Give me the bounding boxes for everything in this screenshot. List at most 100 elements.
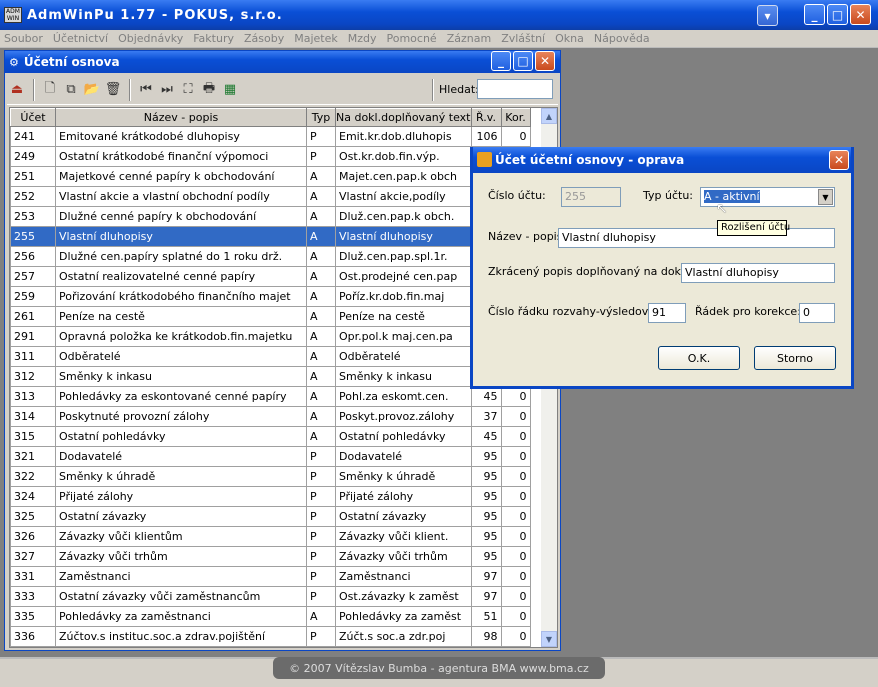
table-row[interactable]: 252 Vlastní akcie a vlastní obchodní podí… [10,186,531,207]
table-row[interactable]: 322 Směnky k úhradě P Směnky k úhradě 95 0 [10,466,531,487]
child-title-bar[interactable]: ⚙ Účetní osnova [5,51,560,73]
table-cell: 322 [10,466,56,487]
correction-row-field[interactable]: 0 [799,303,835,323]
table-cell: P [306,526,336,547]
menu-item[interactable]: Zásoby [244,32,284,45]
table-cell: 256 [10,246,56,267]
table-cell: Ostatní realizovatelné cenné papíry [55,266,307,287]
table-cell: 97 [470,566,502,587]
table-cell: P [306,546,336,567]
table-row[interactable]: 256 Dlužné cen.papíry splatné do 1 roku d… [10,246,531,267]
table-cell: 252 [10,186,56,207]
menu-item[interactable]: Pomocné [387,32,437,45]
table-row[interactable]: 251 Majetkové cenné papíry k obchodování A… [10,166,531,187]
column-header[interactable]: Účet [10,108,56,127]
main-title-bar[interactable]: ADM WIN AdmWinPu 1.77 - POKUS, s.r.o. [0,0,878,30]
menu-item[interactable]: Objednávky [118,32,183,45]
column-header[interactable]: Na dokl.doplňovaný text [335,108,472,127]
ok-button[interactable]: O.K. [658,346,740,370]
table-row[interactable]: 324 Přijaté zálohy P Přijaté zálohy 95 0 [10,486,531,507]
table-row[interactable]: 255 Vlastní dluhopisy A Vlastní dluhopisy [10,226,531,247]
table-row[interactable]: 325 Ostatní závazky P Ostatní závazky 95 0 [10,506,531,527]
copy-icon[interactable]: ⧉ [61,80,81,100]
menu-item[interactable]: Majetek [294,32,338,45]
accounts-table: Účet Název - popis Typ Na dokl.doplňovaný t… [10,108,531,647]
balance-row-field[interactable]: 91 [648,303,686,323]
search-input[interactable] [477,79,553,99]
table-row[interactable]: 291 Opravná položka ke krátkodob.fin.maje… [10,326,531,347]
column-header[interactable]: Typ [306,108,336,127]
table-cell: P [306,506,336,527]
table-row[interactable]: 313 Pohledávky za eskontované cenné papír… [10,386,531,407]
scroll-up-icon[interactable]: ▲ [541,108,557,124]
menu-item[interactable]: Nápověda [594,32,650,45]
dialog-close-button[interactable]: ✕ [829,150,849,170]
menu-item[interactable]: Soubor [4,32,43,45]
menu-item[interactable]: Záznam [447,32,491,45]
column-header[interactable]: Ř.v. [470,108,502,127]
table-cell: 45 [470,426,502,447]
table-cell: Pohl.za eskomt.cen. [335,386,472,407]
maximize-button[interactable]: □ [827,4,848,25]
table-row[interactable]: 311 Odběratelé A Odběratelé [10,346,531,367]
table-cell: 331 [10,566,56,587]
table-row[interactable]: 327 Závazky vůči trhům P Závazky vůči trhům… [10,546,531,567]
child-close-button[interactable]: ✕ [535,51,555,71]
table-cell: A [306,426,336,447]
table-row[interactable]: 257 Ostatní realizovatelné cenné papíry A O… [10,266,531,287]
table-row[interactable]: 259 Pořizování krátkodobého finančního ma… [10,286,531,307]
table-cell: P [306,626,336,647]
table-row[interactable]: 241 Emitované krátkodobé dluhopisy P Emit.k… [10,126,531,147]
new-icon[interactable]: 🗋 [40,80,60,100]
menu-item[interactable]: Faktury [193,32,234,45]
correction-row-label: Řádek pro korekce: [695,305,801,318]
child-minimize-button[interactable]: _ [491,51,511,71]
exit-icon[interactable]: ⏏ [7,80,27,100]
table-row[interactable]: 321 Dodavatelé P Dodavatelé 95 0 [10,446,531,467]
column-header[interactable]: Kor. [500,108,531,127]
print-icon[interactable]: 🖶 [199,80,219,100]
table-cell: Dodavatelé [335,446,472,467]
table-row[interactable]: 249 Ostatní krátkodobé finanční výpomoci P… [10,146,531,167]
table-row[interactable]: 312 Směnky k inkasu A Směnky k inkasu [10,366,531,387]
close-button[interactable]: ✕ [850,4,871,25]
table-cell: Ostatní závazky vůči zaměstnancům [55,586,307,607]
menu-item[interactable]: Zvláštní [501,32,545,45]
window-menu-icon[interactable]: ▾ [757,5,778,26]
dropdown-arrow-icon[interactable]: ▼ [818,189,833,205]
table-row[interactable]: 326 Závazky vůči klientům P Závazky vůči kl… [10,526,531,547]
name-field[interactable]: Vlastní dluhopisy [558,228,835,248]
table-row[interactable]: 336 Zúčtov.s instituc.soc.a zdrav.pojiště… [10,626,531,647]
cancel-button[interactable]: Storno [754,346,836,370]
table-cell: Ostatní pohledávky [55,426,307,447]
table-row[interactable]: 253 Dlužné cenné papíry k obchodování A Dlu… [10,206,531,227]
table-row[interactable]: 261 Peníze na cestě A Peníze na cestě [10,306,531,327]
delete-icon[interactable]: 🗑 [103,80,123,100]
table-body: 241 Emitované krátkodobé dluhopisy P Emit.k… [10,126,531,647]
menu-item[interactable]: Mzdy [348,32,377,45]
table-row[interactable]: 315 Ostatní pohledávky A Ostatní pohledávky… [10,426,531,447]
table-row[interactable]: 314 Poskytnuté provozní zálohy A Poskyt.pro… [10,406,531,427]
last-record-icon[interactable]: ⏭ [157,80,177,100]
table-cell: 251 [10,166,56,187]
dialog-title-bar[interactable]: Účet účetní osnovy - oprava [473,147,851,173]
excel-export-icon[interactable]: ▦ [220,80,240,100]
edit-account-dialog: Účet účetní osnovy - oprava ✕ Číslo účtu… [470,147,854,389]
child-maximize-button[interactable]: □ [513,51,533,71]
first-record-icon[interactable]: ⏮ [136,80,156,100]
table-row[interactable]: 331 Zaměstnanci P Zaměstnanci 97 0 [10,566,531,587]
column-header[interactable]: Název - popis [55,108,307,127]
table-cell: A [306,286,336,307]
table-row[interactable]: 335 Pohledávky za zaměstnanci A Pohledávky … [10,606,531,627]
select-icon[interactable]: ⛶ [178,80,198,100]
scroll-down-icon[interactable]: ▼ [541,631,557,647]
table-cell: 95 [470,526,502,547]
menu-item[interactable]: Účetnictví [53,32,108,45]
table-cell: P [306,146,336,167]
menu-item[interactable]: Okna [555,32,584,45]
minimize-button[interactable]: _ [804,4,825,25]
open-icon[interactable]: 📂 [82,80,102,100]
table-row[interactable]: 333 Ostatní závazky vůči zaměstnancům P Ost… [10,586,531,607]
short-description-field[interactable]: Vlastní dluhopisy [681,263,835,283]
table-cell: Pohledávky za zaměstnanci [55,606,307,627]
